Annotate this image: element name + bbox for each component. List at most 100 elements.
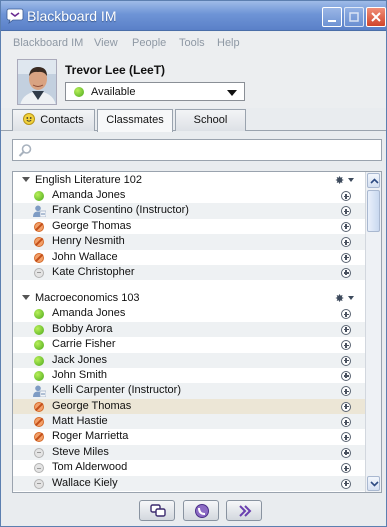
add-contact-icon[interactable] <box>341 355 351 366</box>
call-button[interactable] <box>183 500 219 521</box>
list-rows: English Literature 102 ✸ Amanda Jones Frank… <box>13 172 366 492</box>
add-contact-icon[interactable] <box>341 309 351 320</box>
add-contact-icon[interactable] <box>341 237 351 248</box>
tab-school[interactable]: School <box>175 109 246 131</box>
list-item[interactable]: Bobby Arora <box>13 321 366 338</box>
list-item[interactable]: George Thomas <box>13 219 366 234</box>
minimize-icon <box>328 20 336 22</box>
add-contact-icon[interactable] <box>341 370 351 381</box>
chevron-up-icon <box>370 178 379 184</box>
add-contact-icon[interactable] <box>341 401 351 412</box>
smiley-icon <box>23 113 36 125</box>
list-item[interactable]: John Smith <box>13 368 366 383</box>
menu-people[interactable]: People <box>132 37 166 49</box>
scroll-up-button[interactable] <box>367 173 380 188</box>
available-status-icon <box>34 309 44 320</box>
add-contact-icon[interactable] <box>341 386 351 397</box>
vertical-scrollbar[interactable] <box>365 172 381 492</box>
search-input[interactable] <box>12 139 382 161</box>
expand-arrow-icon[interactable] <box>22 295 30 301</box>
contact-name: Kate Christopher <box>52 265 135 278</box>
list-item[interactable]: Steve Miles <box>13 444 366 461</box>
add-contact-icon[interactable] <box>341 432 351 443</box>
status-value: Available <box>91 86 136 98</box>
gear-icon[interactable]: ✸ <box>335 292 344 305</box>
tab-bar: Contacts Classmates School <box>1 108 386 132</box>
gear-menu-caret-icon[interactable] <box>348 178 354 182</box>
list-item[interactable]: Wallace Kiely <box>13 475 366 492</box>
tab-classmates[interactable]: Classmates <box>97 109 173 132</box>
maximize-icon <box>349 12 359 22</box>
list-item[interactable]: John Wallace <box>13 250 366 265</box>
list-item[interactable]: Roger Marrietta <box>13 429 366 444</box>
add-contact-icon[interactable] <box>341 447 351 458</box>
contact-name: Tom Alderwood <box>52 461 128 474</box>
add-contact-icon[interactable] <box>341 340 351 351</box>
forward-icon <box>239 505 252 517</box>
list-item[interactable]: Frank Cosentino (Instructor) <box>13 203 366 219</box>
contact-name: Roger Marrietta <box>52 430 129 443</box>
contact-name: Amanda Jones <box>52 189 126 201</box>
add-contact-icon[interactable] <box>341 252 351 263</box>
blackboard-logo-icon <box>6 8 24 24</box>
instructor-icon <box>32 385 47 398</box>
add-contact-icon[interactable] <box>341 463 351 474</box>
contact-name: Amanda Jones <box>52 307 126 320</box>
forward-button[interactable] <box>226 500 262 521</box>
close-icon <box>371 12 381 22</box>
close-button[interactable] <box>366 7 386 27</box>
group-header[interactable]: Macroeconomics 103 ✸ <box>13 290 366 306</box>
offline-status-icon <box>34 478 44 489</box>
list-item[interactable]: Kelli Carpenter (Instructor) <box>13 383 366 399</box>
list-item[interactable]: Jack Jones <box>13 352 366 368</box>
list-item[interactable]: Amanda Jones <box>13 188 366 203</box>
list-item[interactable]: Tom Alderwood <box>13 460 366 475</box>
contact-name: George Thomas <box>52 399 132 412</box>
list-item[interactable]: Amanda Jones <box>13 306 366 321</box>
scroll-thumb[interactable] <box>367 190 380 232</box>
contact-name: Kelli Carpenter (Instructor) <box>52 384 181 397</box>
list-item[interactable]: George Thomas <box>13 398 366 415</box>
group-chat-button[interactable] <box>139 500 175 521</box>
busy-status-icon <box>34 252 44 263</box>
status-dropdown[interactable]: Available <box>65 82 245 101</box>
instructor-icon <box>32 205 47 218</box>
contact-name: Steve Miles <box>52 445 109 458</box>
gear-icon[interactable]: ✸ <box>335 174 344 187</box>
tab-classmates-label: Classmates <box>106 114 164 126</box>
chevron-down-icon <box>370 481 379 487</box>
list-item[interactable]: Carrie Fisher <box>13 337 366 352</box>
minimize-button[interactable] <box>322 7 342 27</box>
contact-name: Henry Nesmith <box>52 235 125 248</box>
expand-arrow-icon[interactable] <box>22 177 30 182</box>
menu-view[interactable]: View <box>94 37 118 49</box>
contact-name: George Thomas <box>52 219 132 232</box>
avatar[interactable] <box>17 59 57 105</box>
busy-status-icon <box>34 417 44 428</box>
add-contact-icon[interactable] <box>341 221 351 232</box>
chevron-down-icon <box>227 90 237 96</box>
menu-blackboard-im[interactable]: Blackboard IM <box>13 37 83 49</box>
list-item[interactable]: Matt Hastie <box>13 414 366 430</box>
scroll-down-button[interactable] <box>367 476 380 491</box>
group-chat-icon <box>150 504 166 517</box>
group-header[interactable]: English Literature 102 ✸ <box>13 172 366 188</box>
add-contact-icon[interactable] <box>341 324 351 335</box>
busy-status-icon <box>34 401 44 412</box>
add-contact-icon[interactable] <box>341 417 351 428</box>
menu-help[interactable]: Help <box>217 37 240 49</box>
add-contact-icon[interactable] <box>341 478 351 489</box>
maximize-button[interactable] <box>344 7 364 27</box>
list-item[interactable]: Henry Nesmith <box>13 234 366 250</box>
title-bar[interactable]: Blackboard IM <box>1 1 386 31</box>
add-contact-icon[interactable] <box>341 267 351 278</box>
busy-status-icon <box>34 221 44 232</box>
gear-menu-caret-icon[interactable] <box>348 296 354 301</box>
add-contact-icon[interactable] <box>341 191 351 201</box>
menu-tools[interactable]: Tools <box>179 37 205 49</box>
add-contact-icon[interactable] <box>341 206 351 217</box>
available-status-icon <box>74 87 84 97</box>
tab-contacts[interactable]: Contacts <box>12 109 95 131</box>
list-item[interactable]: Kate Christopher <box>13 264 366 281</box>
